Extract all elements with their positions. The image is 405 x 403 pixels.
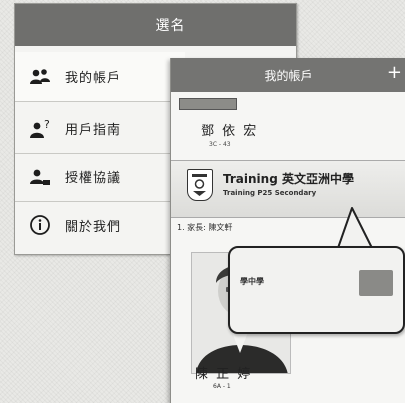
menu-header: 選名 bbox=[15, 4, 296, 46]
school-subtitle: Training P25 Secondary bbox=[223, 189, 317, 197]
menu-item-label: 我的帳戶 bbox=[65, 71, 122, 86]
menu-item-my-account[interactable]: 我的帳戶 bbox=[15, 52, 185, 102]
add-icon[interactable]: + bbox=[387, 64, 402, 82]
school-name: Training 英文亞洲中學 bbox=[223, 172, 354, 186]
account-header: 我的帳戶 + bbox=[171, 58, 405, 92]
parent-info: 1. 家長: 陳文軒 bbox=[177, 223, 233, 232]
school-row[interactable]: Training 英文亞洲中學 Training P25 Secondary bbox=[171, 160, 405, 218]
student-class: 6A - 1 bbox=[213, 383, 231, 390]
info-icon bbox=[29, 214, 51, 236]
school-crest-icon bbox=[187, 169, 213, 201]
user-agreement-icon bbox=[29, 166, 51, 188]
menu-item-label: 用戶指南 bbox=[65, 123, 122, 138]
menu-item-label: 關於我們 bbox=[65, 219, 122, 235]
svg-text:?: ? bbox=[44, 119, 50, 131]
student-name: 陳 正 婷 bbox=[195, 367, 253, 382]
menu-title: 選名 bbox=[155, 18, 186, 34]
user-help-icon: ? bbox=[29, 118, 51, 140]
student-thumbnail bbox=[179, 98, 237, 110]
account-panel: 我的帳戶 + 鄧 依 宏 3C - 43 Training 英文亞洲中學 Tra… bbox=[170, 58, 405, 403]
menu-item-license[interactable]: 授權協議 bbox=[15, 152, 185, 202]
callout-school-label: 學中學 bbox=[240, 277, 264, 286]
menu-item-about-us[interactable]: 關於我們 bbox=[15, 200, 185, 250]
menu-item-label: 授權協議 bbox=[65, 171, 122, 186]
users-icon bbox=[29, 66, 51, 88]
callout-button[interactable] bbox=[359, 270, 393, 296]
zoom-callout: 學中學 bbox=[228, 246, 405, 334]
account-title: 我的帳戶 bbox=[264, 68, 313, 83]
student-name: 鄧 依 宏 bbox=[201, 124, 259, 139]
menu-item-user-guide[interactable]: ? 用戶指南 bbox=[15, 104, 185, 154]
student-class: 3C - 43 bbox=[209, 141, 231, 148]
screenshot-root: 選名 我的帳戶 ? 用戶指南 授權協議 關於我們 我的帳戶 + 鄧 依 宏 3C… bbox=[0, 0, 405, 403]
